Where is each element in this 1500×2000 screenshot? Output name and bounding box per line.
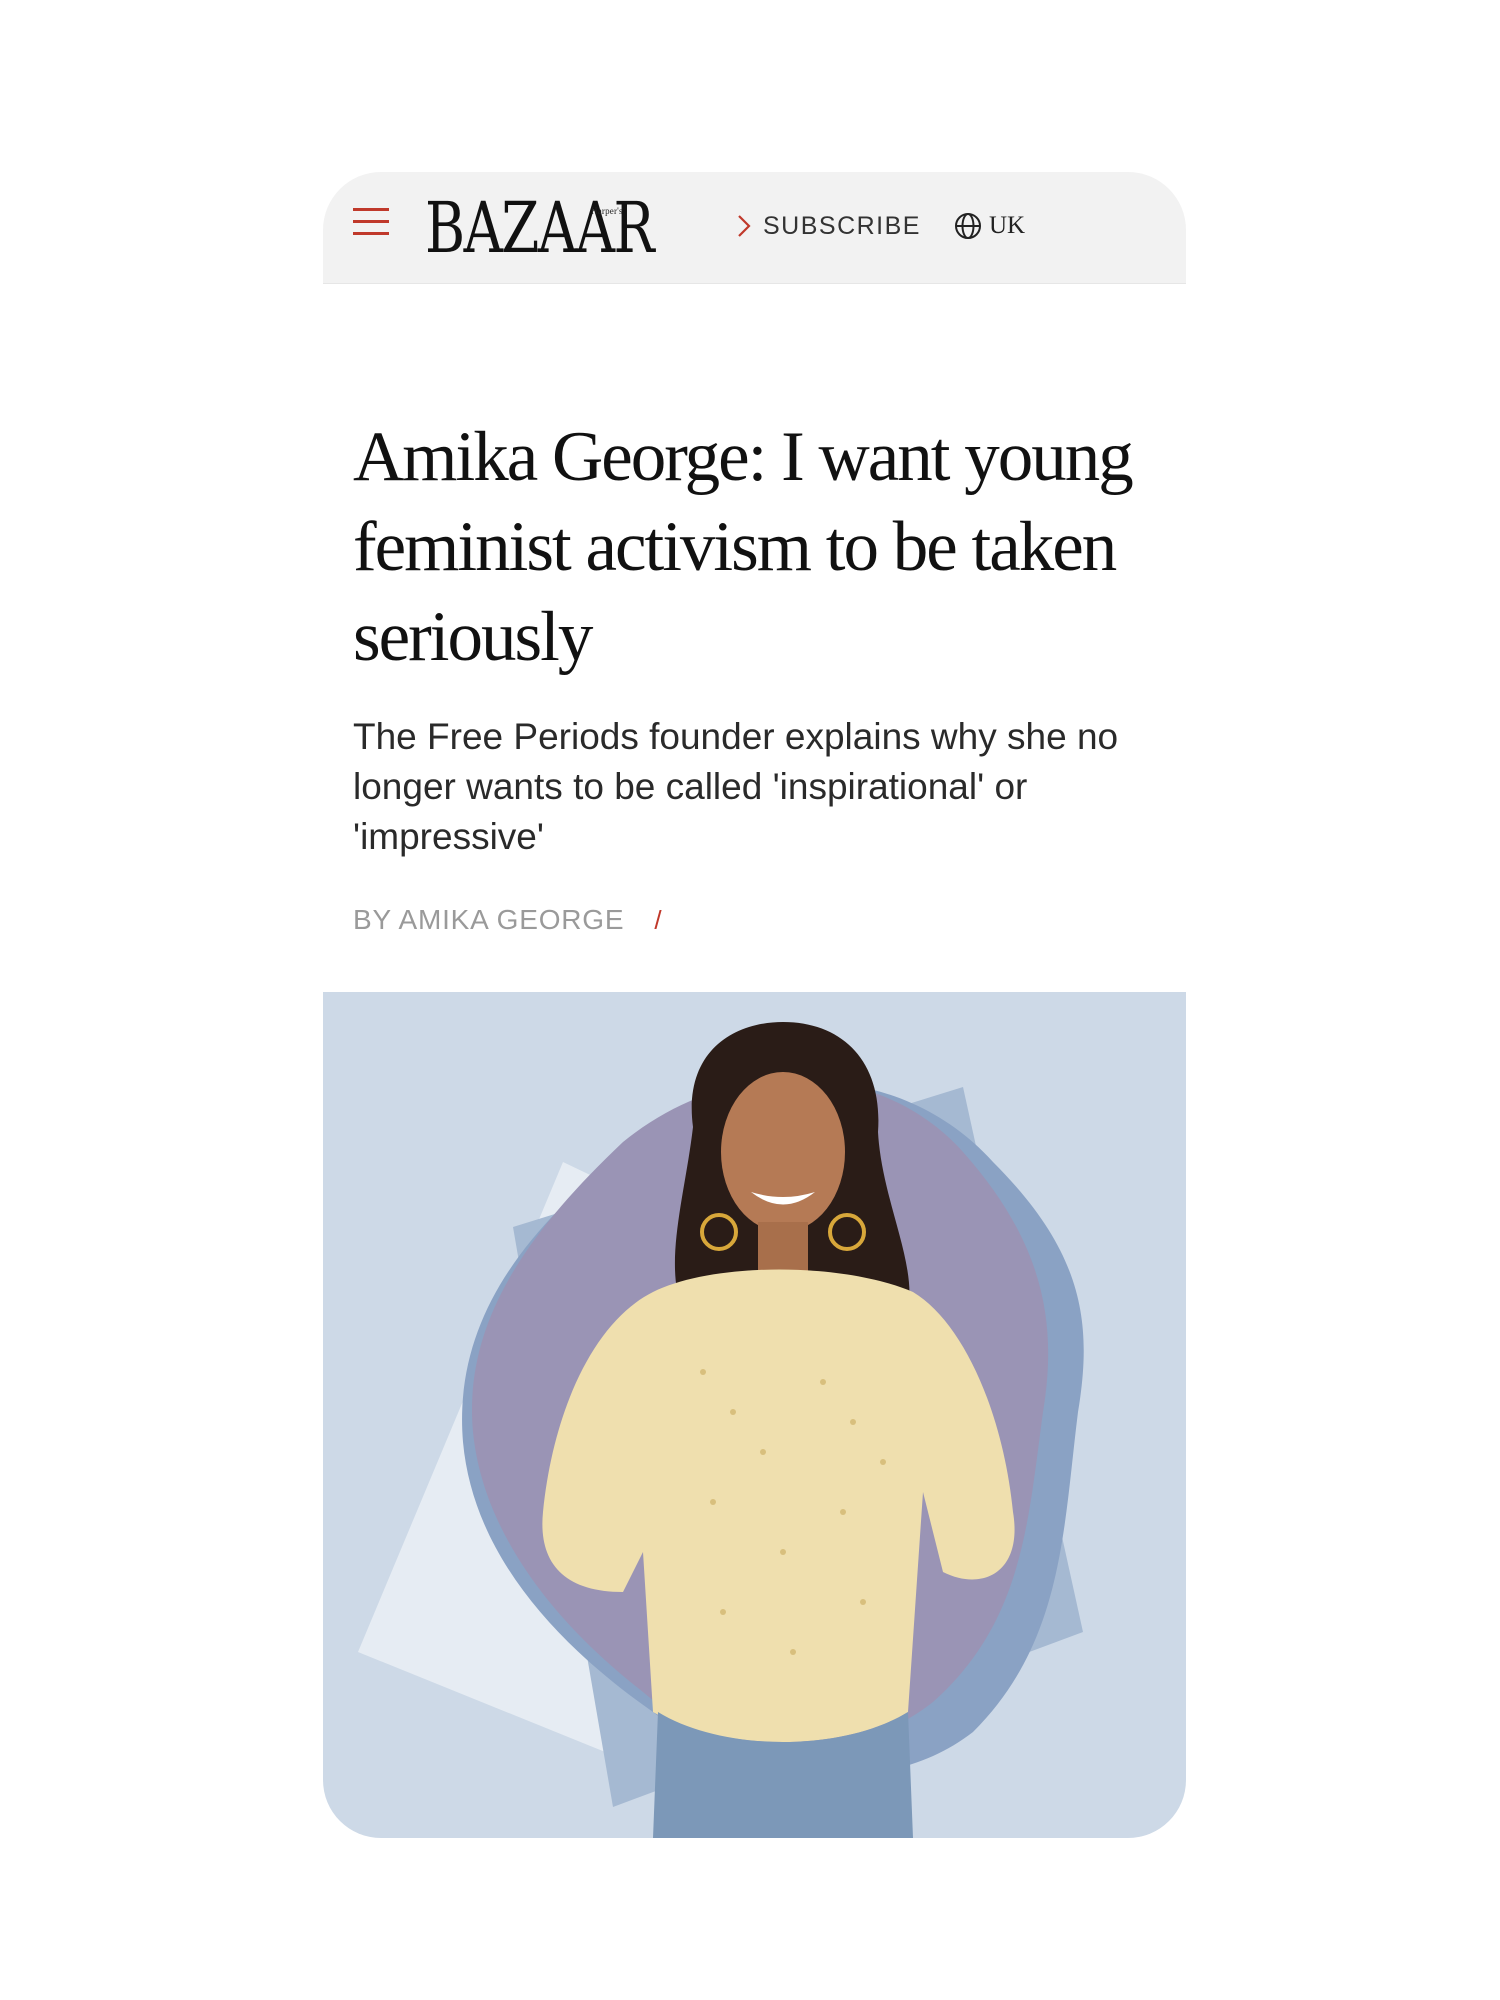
logo-small-text: Harper's — [591, 206, 623, 216]
hero-image — [323, 992, 1186, 1838]
chevron-right-icon — [738, 215, 751, 237]
site-header: BAZAAR Harper's SUBSCRIBE UK — [323, 172, 1186, 284]
article-dek: The Free Periods founder explains why sh… — [353, 716, 1119, 857]
subscribe-button[interactable]: SUBSCRIBE — [737, 208, 921, 244]
byline-author[interactable]: BY AMIKA GEORGE — [353, 904, 624, 936]
byline: BY AMIKA GEORGE / — [353, 904, 1153, 936]
article-header: Amika George: I want young feminist acti… — [353, 412, 1153, 936]
site-logo[interactable]: BAZAAR Harper's — [425, 186, 705, 270]
hamburger-menu-icon[interactable] — [351, 202, 391, 242]
phone-frame: BAZAAR Harper's SUBSCRIBE UK Amika Georg… — [323, 172, 1186, 1838]
byline-separator: / — [654, 904, 663, 935]
region-label: UK — [989, 212, 1026, 239]
region-selector[interactable]: UK — [953, 208, 1025, 244]
article-headline: Amika George: I want young feminist acti… — [353, 418, 1134, 676]
logo-wordmark: BAZAAR — [425, 187, 655, 269]
subscribe-label: SUBSCRIBE — [763, 211, 921, 240]
globe-icon — [955, 213, 981, 239]
hero-illustration — [358, 1022, 1084, 1838]
